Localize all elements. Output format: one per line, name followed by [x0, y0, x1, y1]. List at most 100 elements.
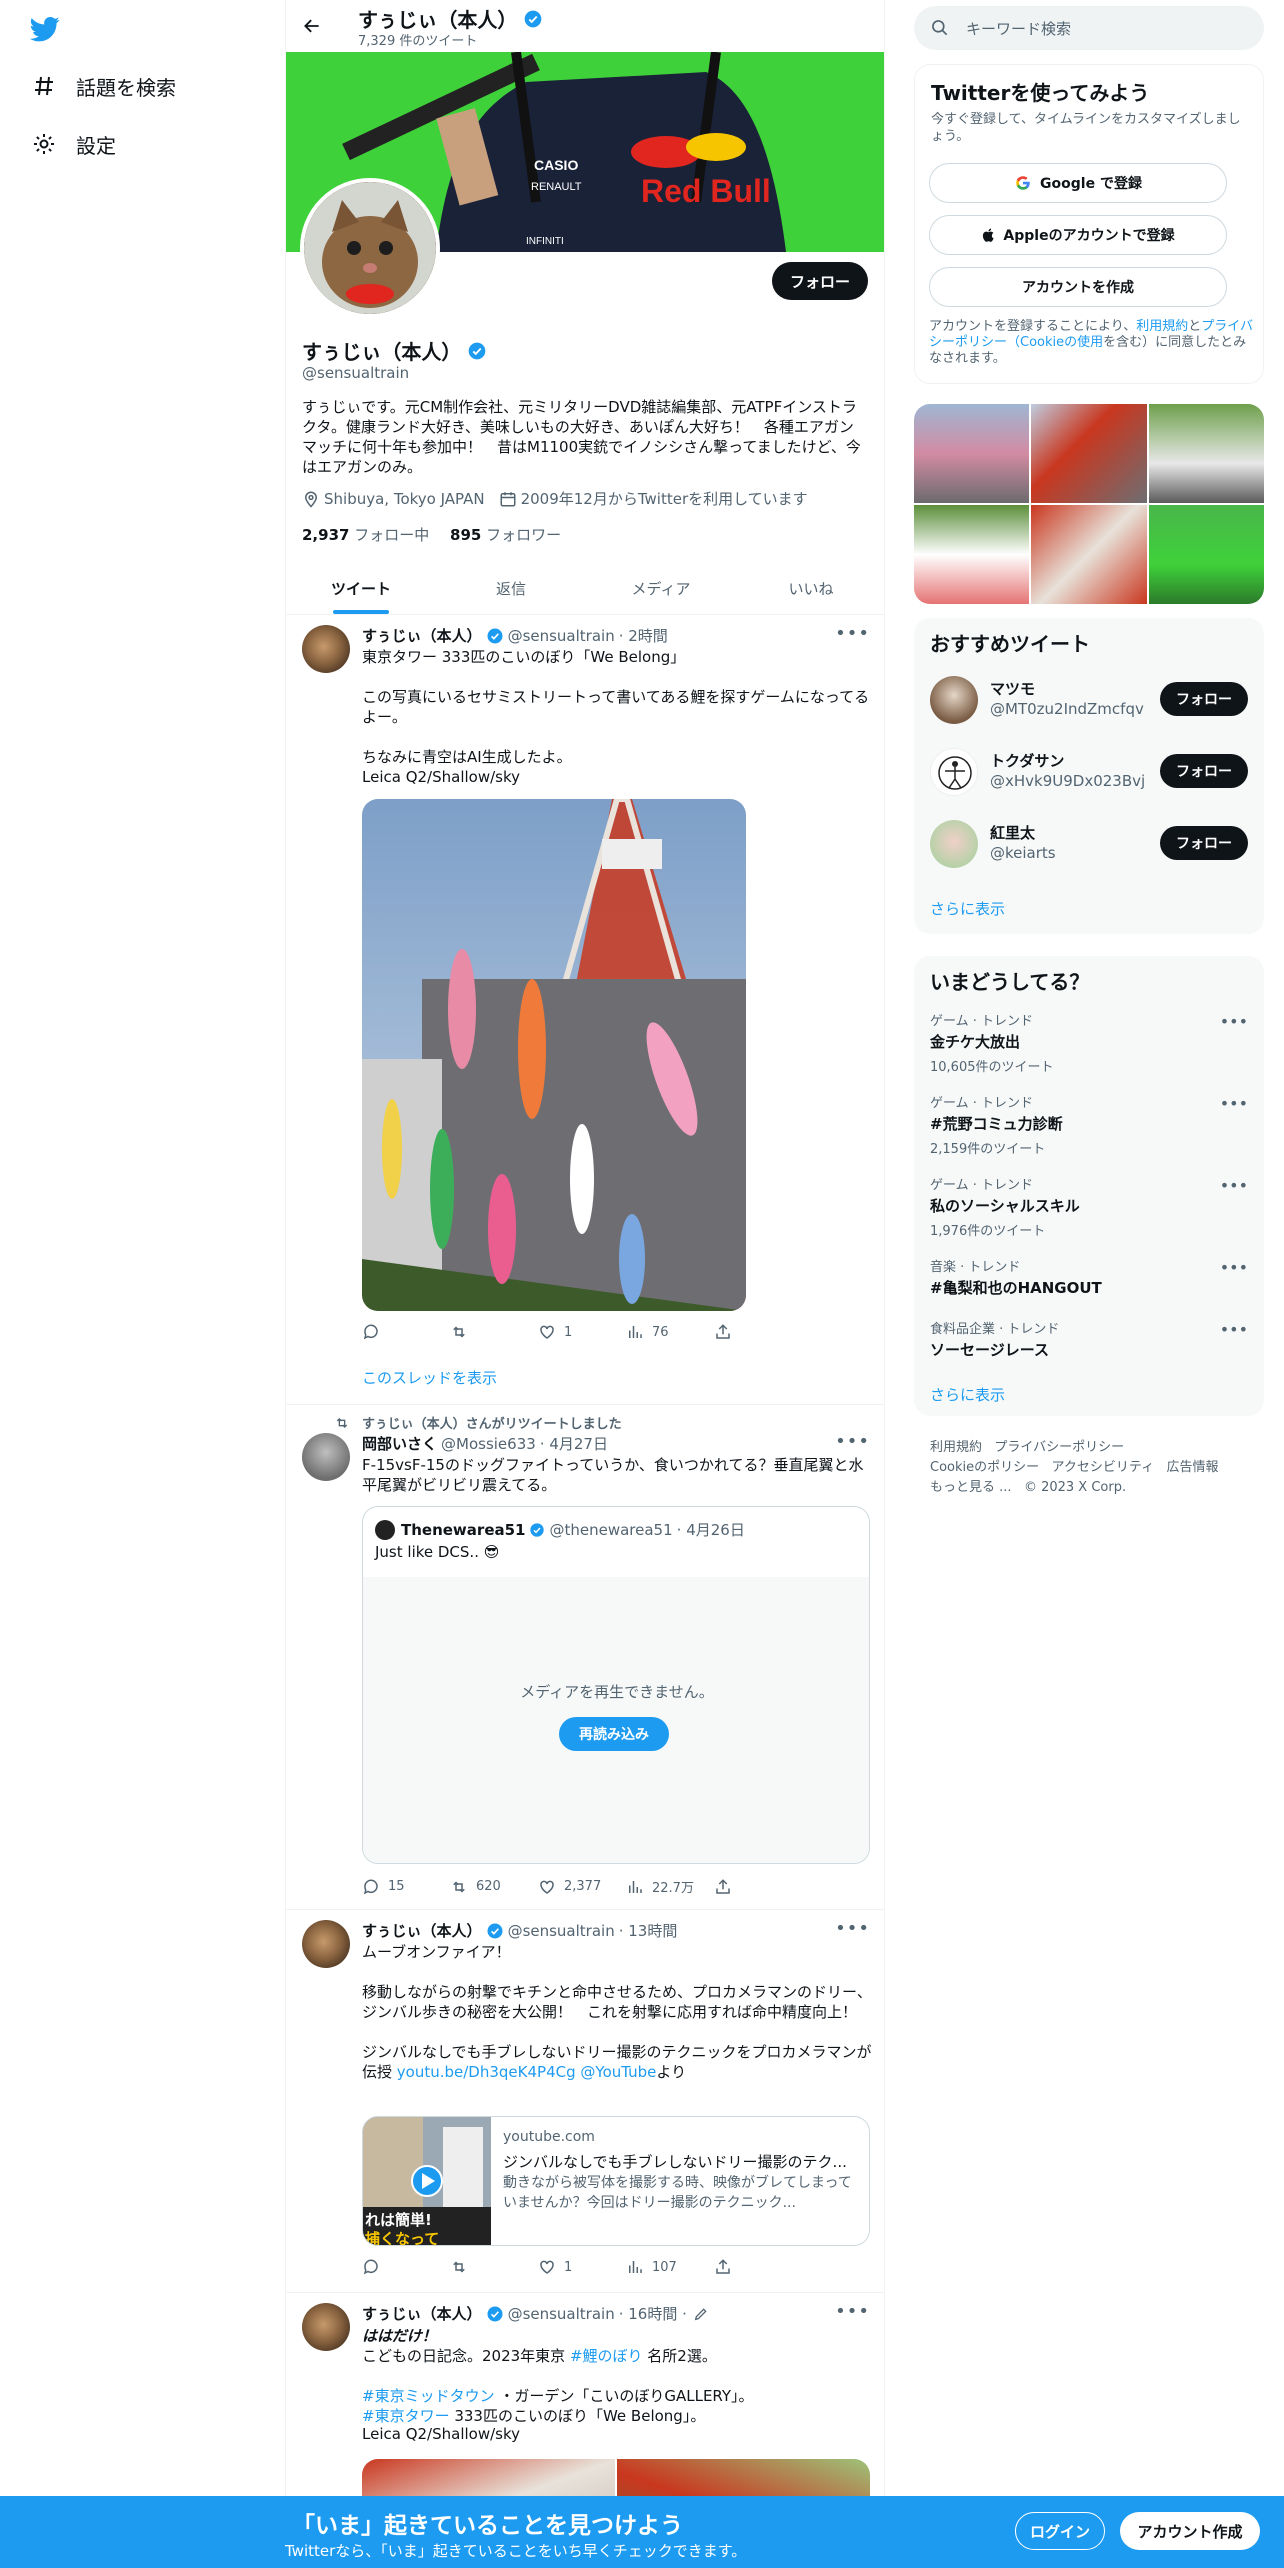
- tweet-author-handle[interactable]: @sensualtrain: [508, 627, 615, 645]
- trend-item[interactable]: 食料品企業 · トレンド ソーセージレース •••: [930, 1318, 1248, 1360]
- tweet-avatar[interactable]: [302, 1920, 350, 1968]
- tweet-time[interactable]: · 13時間: [619, 1920, 678, 1941]
- recommended-user-avatar[interactable]: [930, 820, 978, 868]
- follow-button[interactable]: フォロー: [1160, 754, 1248, 788]
- show-thread-link[interactable]: このスレッドを表示: [362, 1367, 497, 1388]
- tweet-author-handle[interactable]: @Mossie633: [441, 1435, 536, 1453]
- gallery-photo-4[interactable]: [914, 505, 1030, 604]
- gallery-photo-5[interactable]: [1031, 505, 1147, 604]
- footer-ads-link[interactable]: 広告情報: [1167, 1460, 1219, 1475]
- more-icon[interactable]: •••: [835, 1431, 870, 1452]
- reply-button[interactable]: [362, 1323, 450, 1341]
- edit-pencil-icon[interactable]: [693, 2306, 709, 2322]
- footer-terms-link[interactable]: 利用規約: [930, 1440, 982, 1455]
- retweet-button[interactable]: [450, 2258, 538, 2276]
- recommended-user[interactable]: マツモ @MT0zu2IndZmcfqv フォロー: [930, 670, 1248, 730]
- reply-button[interactable]: [362, 2258, 450, 2276]
- hashtag-link[interactable]: #東京タワー: [362, 2407, 450, 2425]
- gallery-photo-2[interactable]: [1031, 404, 1147, 503]
- create-account-button[interactable]: アカウントを作成: [929, 267, 1227, 307]
- tab-replies[interactable]: 返信: [436, 563, 586, 614]
- follow-button[interactable]: フォロー: [1160, 826, 1248, 860]
- trends-show-more-link[interactable]: さらに表示: [930, 1384, 1005, 1405]
- reload-button[interactable]: 再読み込み: [559, 1717, 669, 1751]
- nav-explore[interactable]: 話題を検索: [30, 66, 176, 106]
- tweet-time[interactable]: · 2時間: [619, 625, 668, 646]
- retweeted-by-text[interactable]: すぅじぃ（本人）さんがリツイートしました: [362, 1413, 622, 1432]
- signup-button[interactable]: アカウント作成: [1120, 2512, 1260, 2550]
- tweet[interactable]: すぅじぃ（本人）さんがリツイートしました 岡部いさく @Mossie633 · …: [286, 1405, 884, 1910]
- footer-privacy-link[interactable]: プライバシーポリシー: [994, 1440, 1124, 1455]
- tweet[interactable]: すぅじぃ（本人） @sensualtrain · 2時間 ••• 東京タワー 3…: [286, 615, 884, 1405]
- profile-avatar[interactable]: [300, 178, 440, 318]
- tweet-time[interactable]: · 4月27日: [540, 1433, 608, 1454]
- footer-more-link[interactable]: もっと見る ...: [930, 1480, 1012, 1495]
- back-button[interactable]: [298, 12, 326, 40]
- tab-tweets[interactable]: ツイート: [286, 563, 436, 614]
- gallery-photo-3[interactable]: [1148, 404, 1264, 503]
- footer-cookie-link[interactable]: Cookieのポリシー: [930, 1460, 1039, 1475]
- more-icon[interactable]: •••: [1220, 1258, 1248, 1277]
- following-link[interactable]: 2,937 フォロー中: [302, 526, 429, 544]
- more-icon[interactable]: •••: [1220, 1320, 1248, 1339]
- recommended-show-more-link[interactable]: さらに表示: [930, 898, 1005, 919]
- hashtag-link[interactable]: #鯉のぼり: [570, 2347, 643, 2365]
- more-icon[interactable]: •••: [835, 2301, 870, 2322]
- tweet-time[interactable]: · 16時間 ·: [619, 2303, 687, 2324]
- gallery-photo-1[interactable]: [914, 404, 1030, 503]
- tweet-author-handle[interactable]: @sensualtrain: [508, 2305, 615, 2323]
- more-icon[interactable]: •••: [1220, 1176, 1248, 1195]
- nav-settings[interactable]: 設定: [30, 124, 116, 164]
- share-button[interactable]: [714, 1323, 802, 1341]
- followers-link[interactable]: 895 フォロワー: [450, 526, 561, 544]
- tweet-author-handle[interactable]: @sensualtrain: [508, 1922, 615, 1940]
- recommended-user-avatar[interactable]: [930, 676, 978, 724]
- twitter-bird-icon[interactable]: [28, 14, 62, 44]
- apple-signup-button[interactable]: Appleのアカウントで登録: [929, 215, 1227, 255]
- reply-button[interactable]: 15: [362, 1877, 450, 1896]
- tweet[interactable]: すぅじぃ（本人） @sensualtrain · 13時間 ••• ムーブオンフ…: [286, 1910, 884, 2293]
- youtube-mention[interactable]: @YouTube: [580, 2063, 656, 2081]
- recommended-user[interactable]: トクダサン @xHvk9U9Dx023Bvj フォロー: [930, 742, 1248, 802]
- retweet-button[interactable]: [450, 1323, 538, 1341]
- recommended-user-name[interactable]: 紅里太: [990, 822, 1035, 843]
- like-button[interactable]: 1: [538, 1323, 626, 1341]
- tweet-author-name[interactable]: すぅじぃ（本人）: [362, 625, 482, 646]
- views-button[interactable]: 107: [626, 2258, 714, 2276]
- google-signup-button[interactable]: Google で登録: [929, 163, 1227, 203]
- follow-button[interactable]: フォロー: [771, 262, 868, 300]
- tweet-avatar[interactable]: [302, 1433, 350, 1481]
- recommended-user[interactable]: 紅里太 @keiarts フォロー: [930, 814, 1248, 874]
- hashtag-link[interactable]: #東京ミッドタウン: [362, 2387, 495, 2405]
- search-input[interactable]: キーワード検索: [914, 6, 1264, 50]
- tweet-photo[interactable]: [362, 799, 746, 1311]
- recommended-user-name[interactable]: マツモ: [990, 678, 1035, 699]
- youtube-link[interactable]: youtu.be/Dh3qeK4P4Cg: [397, 2063, 576, 2081]
- follow-button[interactable]: フォロー: [1160, 682, 1248, 716]
- more-icon[interactable]: •••: [1220, 1012, 1248, 1031]
- trend-item[interactable]: ゲーム · トレンド 金チケ大放出 10,605件のツイート •••: [930, 1010, 1248, 1075]
- views-button[interactable]: 22.7万: [626, 1877, 714, 1896]
- like-button[interactable]: 2,377: [538, 1877, 626, 1896]
- like-button[interactable]: 1: [538, 2258, 626, 2276]
- quoted-tweet[interactable]: Thenewarea51 @thenewarea51 · 4月26日 Just …: [362, 1506, 870, 1864]
- share-button[interactable]: [714, 2258, 802, 2276]
- gallery-photo-6[interactable]: [1148, 505, 1264, 604]
- trend-item[interactable]: 音楽 · トレンド #亀梨和也のHANGOUT •••: [930, 1256, 1248, 1298]
- share-button[interactable]: [714, 1877, 802, 1896]
- tweet-author-name[interactable]: すぅじぃ（本人）: [362, 2303, 482, 2324]
- tweet-author-name[interactable]: 岡部いさく: [362, 1433, 437, 1454]
- more-icon[interactable]: •••: [835, 623, 870, 644]
- tab-media[interactable]: メディア: [586, 563, 736, 614]
- retweet-button[interactable]: 620: [450, 1877, 538, 1896]
- trend-item[interactable]: ゲーム · トレンド #荒野コミュ力診断 2,159件のツイート •••: [930, 1092, 1248, 1157]
- tweet-avatar[interactable]: [302, 625, 350, 673]
- tweet-avatar[interactable]: [302, 2303, 350, 2351]
- tab-likes[interactable]: いいね: [736, 563, 884, 614]
- recommended-user-name[interactable]: トクダサン: [990, 750, 1064, 771]
- link-card[interactable]: れは簡単! 捕くなって youtube.com ジンバルなしでも手ブレしないドリ…: [362, 2116, 870, 2246]
- trend-item[interactable]: ゲーム · トレンド 私のソーシャルスキル 1,976件のツイート •••: [930, 1174, 1248, 1239]
- terms-link[interactable]: 利用規約: [1136, 319, 1188, 334]
- views-button[interactable]: 76: [626, 1323, 714, 1341]
- tweet-author-name[interactable]: すぅじぃ（本人）: [362, 1920, 482, 1941]
